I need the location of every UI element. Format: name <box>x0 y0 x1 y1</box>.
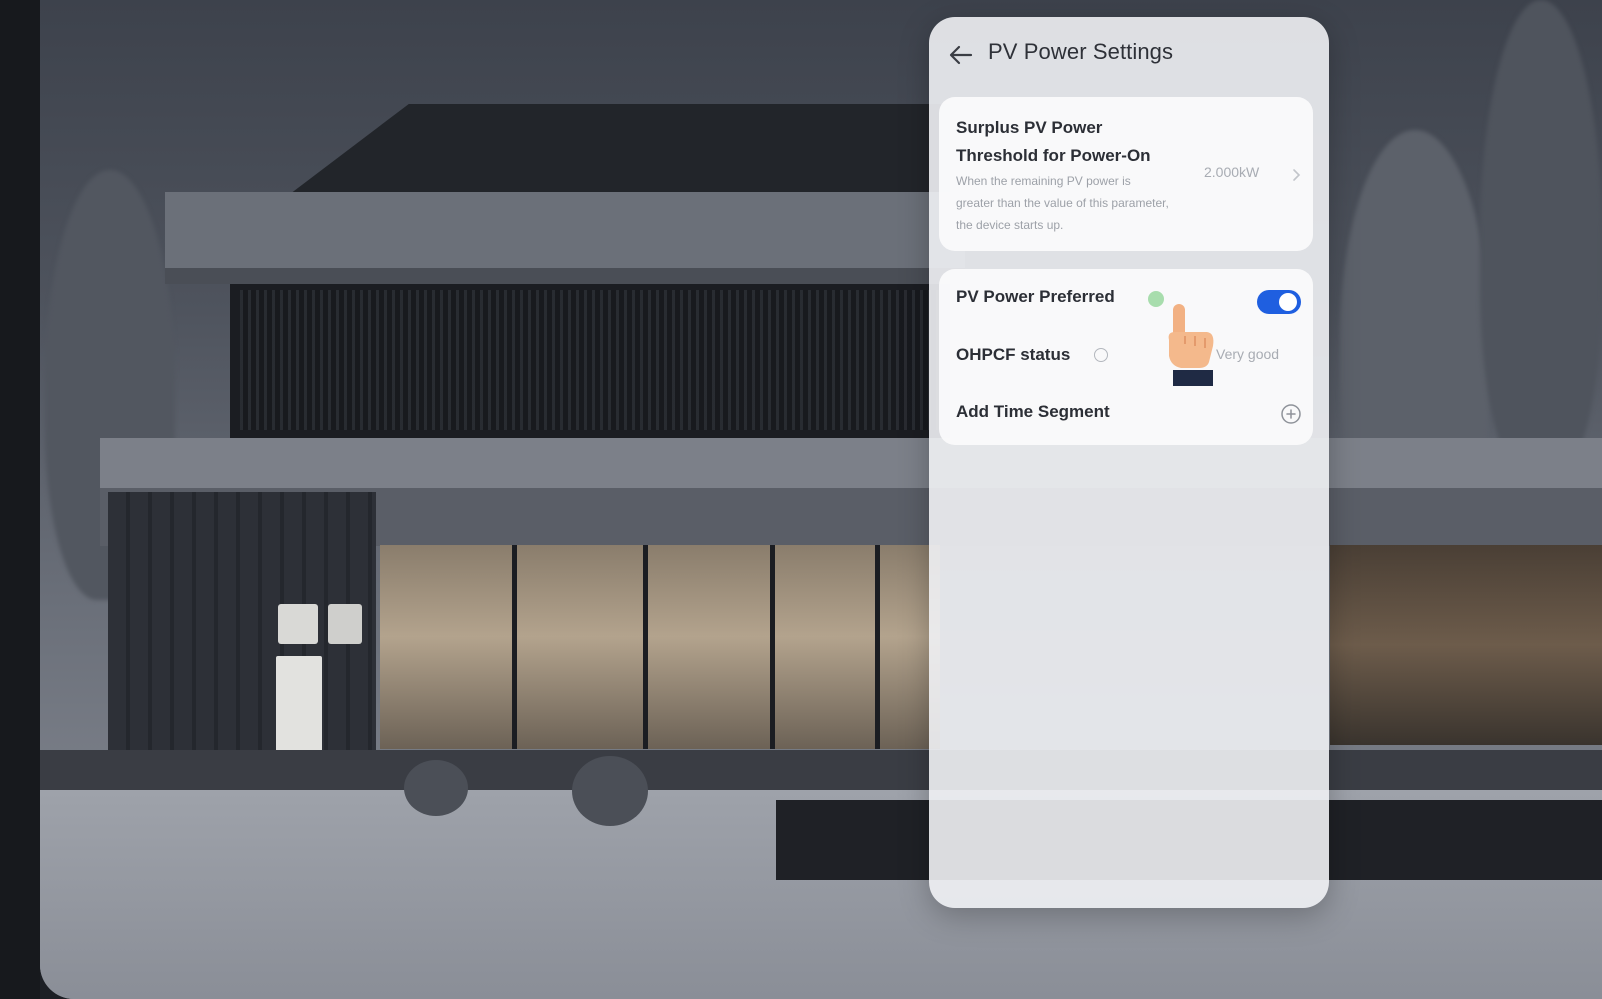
threshold-value: 2.000kW <box>1204 164 1260 180</box>
threshold-title: Surplus PV Power Threshold for Power-On <box>956 118 1151 165</box>
background-scene <box>0 0 1602 999</box>
info-icon[interactable] <box>1094 348 1108 362</box>
chevron-right-icon <box>1293 169 1301 181</box>
add-time-segment-label[interactable]: Add Time Segment <box>956 402 1110 422</box>
arrow-left-icon[interactable] <box>947 43 975 67</box>
shrub <box>572 756 648 826</box>
meter-unit <box>328 604 362 644</box>
threshold-description: When the remaining PV power is greater t… <box>956 174 1169 232</box>
threshold-card[interactable]: Surplus PV Power Threshold for Power-On … <box>939 97 1313 251</box>
pv-power-preferred-toggle[interactable] <box>1257 290 1301 314</box>
snow-ledge <box>100 438 1602 490</box>
window-mullion <box>643 545 648 749</box>
tree-far-right <box>1480 0 1602 480</box>
pointer-hand-icon <box>1168 304 1214 386</box>
info-icon[interactable] <box>1148 291 1164 307</box>
settings-card: PV Power Preferred OHPCF status Very goo… <box>939 269 1313 445</box>
shrub <box>404 760 468 816</box>
toggle-knob <box>1279 293 1297 311</box>
house-slats <box>240 290 940 430</box>
window-mullion <box>512 545 517 749</box>
inverter-unit <box>278 604 318 644</box>
window-mullion <box>875 545 880 749</box>
house-roof-edge <box>165 268 965 284</box>
panel-header: PV Power Settings <box>929 17 1329 93</box>
house-window-glass <box>380 545 940 749</box>
screen-bezel <box>0 0 40 999</box>
plus-circle-icon[interactable] <box>1280 403 1302 425</box>
pv-power-settings-panel: PV Power Settings Surplus PV Power Thres… <box>929 17 1329 908</box>
page-title: PV Power Settings <box>988 39 1174 64</box>
ohpcf-status-value: Very good <box>1216 346 1280 362</box>
pv-power-preferred-label: PV Power Preferred <box>956 287 1115 306</box>
ohpcf-status-label: OHPCF status <box>956 345 1071 364</box>
house-window-right <box>1330 545 1602 745</box>
window-mullion <box>770 545 775 749</box>
battery-unit <box>276 656 322 754</box>
